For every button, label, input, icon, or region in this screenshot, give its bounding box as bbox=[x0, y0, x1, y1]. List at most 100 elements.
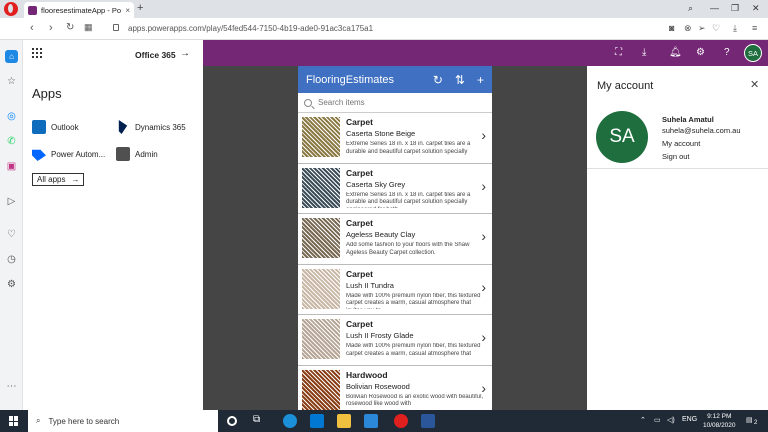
item-description: Add some fashion to your floors with the… bbox=[346, 242, 470, 256]
list-item[interactable]: Carpet Ageless Beauty Clay Add some fashio… bbox=[298, 214, 492, 265]
item-text: Hardwood Bolivian Rosewood Bolivian Rosewo… bbox=[346, 370, 488, 411]
taskbar: ⌕ Type here to search ⧉ ⌃ ▭ ◁) ENG 9:12 … bbox=[0, 410, 768, 432]
powerapps-favicon-icon bbox=[28, 5, 37, 15]
star-icon[interactable]: ☆ bbox=[5, 75, 18, 88]
chevron-right-icon[interactable]: › bbox=[481, 279, 486, 295]
mail-icon[interactable] bbox=[310, 414, 324, 428]
close-window-icon[interactable]: ✕ bbox=[752, 3, 760, 14]
app-dynamics[interactable]: Dynamics 365 bbox=[116, 120, 186, 134]
opera-taskbar-icon[interactable] bbox=[394, 414, 408, 428]
notification-bell-icon[interactable]: 🔔︎ bbox=[669, 47, 682, 58]
admin-icon bbox=[116, 147, 130, 161]
task-view-icon[interactable]: ⧉ bbox=[253, 414, 267, 428]
heart-icon[interactable]: ♡ bbox=[5, 228, 18, 241]
clock[interactable]: 9:12 PM 10/08/2020 bbox=[703, 412, 736, 430]
item-name: Caserta Stone Beige bbox=[346, 129, 416, 138]
clock-date: 10/08/2020 bbox=[703, 422, 736, 430]
history-icon[interactable]: ◷ bbox=[5, 253, 18, 266]
edge-icon[interactable] bbox=[283, 414, 297, 428]
all-apps-button[interactable]: All apps → bbox=[32, 173, 85, 186]
opera-logo-icon[interactable] bbox=[4, 2, 18, 16]
refresh-icon[interactable]: ↻ bbox=[433, 73, 443, 87]
windows-start-icon[interactable] bbox=[9, 416, 19, 426]
new-tab-button[interactable]: + bbox=[137, 2, 143, 14]
download-icon[interactable]: ⤓ bbox=[733, 23, 737, 34]
chevron-right-icon[interactable]: › bbox=[481, 380, 486, 396]
file-explorer-icon[interactable] bbox=[337, 414, 351, 428]
help-icon[interactable]: ? bbox=[724, 47, 730, 58]
item-text: Carpet Caserta Sky Grey Extreme Series 18 … bbox=[346, 168, 488, 210]
lock-icon[interactable] bbox=[113, 24, 119, 31]
adblock-icon[interactable]: ⊗ bbox=[684, 23, 692, 34]
my-account-link[interactable]: My account bbox=[662, 139, 700, 148]
network-icon[interactable]: ▭ bbox=[654, 416, 661, 424]
maximize-icon[interactable]: ❐ bbox=[731, 3, 739, 14]
app-header: FlooringEstimates ↻ ⇅ + bbox=[298, 66, 492, 93]
send-icon[interactable]: ➢ bbox=[698, 23, 706, 34]
all-apps-label: All apps bbox=[37, 175, 66, 184]
chevron-right-icon[interactable]: › bbox=[481, 228, 486, 244]
divider bbox=[587, 168, 768, 169]
more-icon[interactable]: ⋯ bbox=[5, 380, 18, 393]
waffle-icon[interactable] bbox=[32, 48, 42, 58]
download-app-icon[interactable]: ⤓ bbox=[642, 47, 646, 58]
header-avatar[interactable]: SA bbox=[744, 44, 762, 62]
speed-dial-icon[interactable]: ▦ bbox=[84, 22, 93, 33]
app-outlook[interactable]: Outlook bbox=[32, 120, 79, 134]
chevron-right-icon[interactable]: › bbox=[481, 178, 486, 194]
list-item[interactable]: Carpet Lush II Tundra Made with 100% premi… bbox=[298, 265, 492, 315]
tray-chevron-icon[interactable]: ⌃ bbox=[640, 416, 646, 424]
search-input[interactable] bbox=[318, 98, 468, 107]
item-description: Extreme Series 18 in. x 18 in. carpet ti… bbox=[346, 191, 471, 208]
close-icon[interactable]: ✕ bbox=[750, 78, 759, 91]
search-tabs-icon[interactable]: ⌕ bbox=[688, 3, 693, 14]
back-icon[interactable]: ‹ bbox=[30, 22, 34, 34]
forward-icon[interactable]: › bbox=[49, 22, 53, 34]
bookmark-heart-icon[interactable]: ♡ bbox=[712, 23, 720, 34]
chevron-right-icon[interactable]: › bbox=[481, 329, 486, 345]
chevron-right-icon[interactable]: › bbox=[481, 127, 486, 143]
home-icon[interactable]: ⌂ bbox=[5, 50, 18, 63]
taskbar-search[interactable]: ⌕ Type here to search bbox=[28, 410, 218, 432]
whatsapp-icon[interactable]: ✆ bbox=[5, 135, 18, 148]
arrow-right-icon[interactable]: → bbox=[180, 48, 190, 59]
office365-link[interactable]: Office 365 bbox=[135, 50, 176, 60]
clock-time: 9:12 PM bbox=[707, 413, 732, 420]
browser-tab[interactable]: flooresestimateApp - Power × bbox=[24, 2, 134, 18]
item-thumbnail bbox=[302, 218, 340, 258]
messenger-icon[interactable]: ◎ bbox=[5, 110, 18, 123]
item-name: Lush II Tundra bbox=[346, 280, 394, 290]
list-item[interactable]: Hardwood Bolivian Rosewood Bolivian Rosewo… bbox=[298, 366, 492, 411]
app-admin[interactable]: Admin bbox=[116, 147, 158, 161]
sort-icon[interactable]: ⇅ bbox=[455, 73, 465, 87]
list-item[interactable]: Carpet Caserta Sky Grey Extreme Series 18 … bbox=[298, 164, 492, 214]
word-icon[interactable] bbox=[421, 414, 435, 428]
volume-icon[interactable]: ◁) bbox=[667, 416, 675, 424]
fit-screen-icon[interactable]: ⛶ bbox=[615, 47, 622, 58]
item-description: Extreme Series 18 in. x 18 in. carpet ti… bbox=[346, 141, 471, 157]
settings-icon[interactable]: ⚙ bbox=[5, 278, 18, 291]
cortana-icon[interactable] bbox=[227, 416, 237, 426]
notification-center-icon[interactable]: ▤ bbox=[746, 416, 753, 424]
app-power-automate[interactable]: Power Autom... bbox=[32, 147, 105, 161]
list-item[interactable]: Carpet Caserta Stone Beige Extreme Series … bbox=[298, 113, 492, 164]
send-sidebar-icon[interactable]: ▷ bbox=[5, 195, 18, 208]
instagram-icon[interactable]: ▣ bbox=[5, 160, 18, 173]
store-icon[interactable] bbox=[364, 414, 378, 428]
add-icon[interactable]: + bbox=[477, 73, 484, 87]
apps-panel: Office 365 → Apps Outlook Dynamics 365 P… bbox=[23, 40, 203, 410]
url-field[interactable]: apps.powerapps.com/play/54fed544-7150-4b… bbox=[128, 24, 373, 33]
dynamics-icon bbox=[118, 120, 128, 134]
minimize-icon[interactable]: — bbox=[710, 3, 719, 13]
menu-icon[interactable]: ≡ bbox=[752, 23, 757, 33]
search-bar bbox=[298, 93, 492, 113]
camera-icon[interactable]: ◙ bbox=[669, 23, 674, 33]
language-indicator[interactable]: ENG bbox=[682, 416, 697, 423]
list-item[interactable]: Carpet Lush II Frosty Glade Made with 100%… bbox=[298, 315, 492, 366]
outlook-icon bbox=[32, 120, 46, 134]
settings-gear-icon[interactable]: ⚙ bbox=[696, 47, 705, 58]
tab-close-button[interactable]: × bbox=[125, 6, 130, 15]
sign-out-link[interactable]: Sign out bbox=[662, 152, 690, 161]
account-panel: My account ✕ SA Suhela Amatul suhela@suh… bbox=[587, 66, 768, 410]
reload-icon[interactable]: ↻ bbox=[66, 22, 74, 33]
